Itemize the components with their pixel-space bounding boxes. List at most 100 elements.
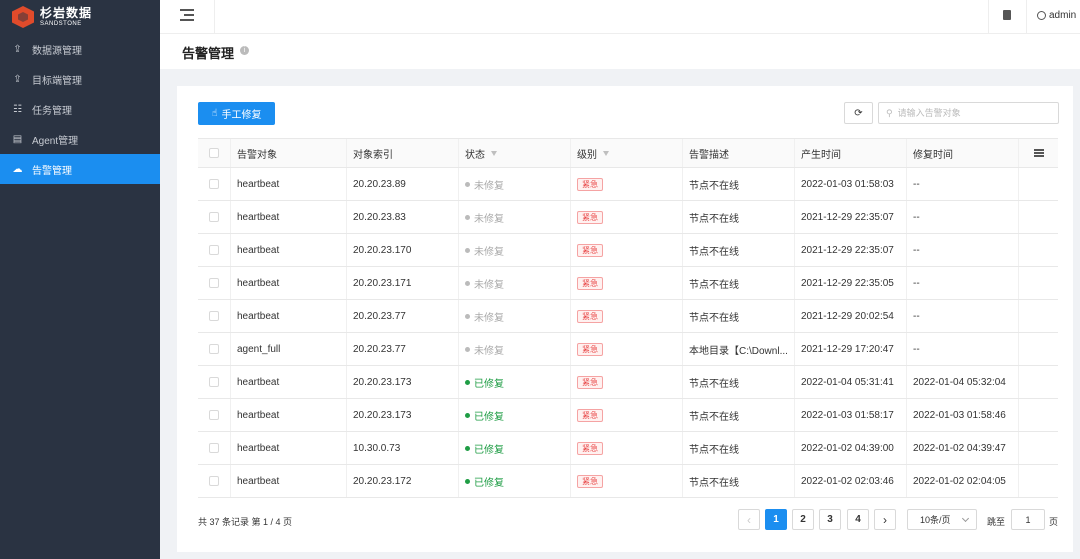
pagination-summary: 共 37 条记录 第 1 / 4 页 [198, 517, 293, 527]
row-checkbox[interactable] [209, 377, 219, 387]
logo-icon [12, 6, 34, 28]
column-header-target: 告警对象 [231, 139, 347, 167]
cell-desc: 节点不在线 [683, 432, 795, 464]
page-button-3[interactable]: 3 [819, 509, 841, 530]
brand-logo[interactable]: 杉岩数据 SANDSTONE [0, 0, 160, 34]
cell-repaired: 2022-01-03 01:58:46 [907, 399, 1019, 431]
select-all-checkbox[interactable] [209, 148, 219, 158]
cell-target: heartbeat [231, 300, 347, 332]
table-row[interactable]: heartbeat 20.20.23.173 已修复 紧急 节点不在线 2022-01-0… [198, 399, 1058, 432]
cell-repaired: -- [907, 168, 1019, 200]
table-row[interactable]: heartbeat 20.20.23.172 已修复 紧急 节点不在线 2022-01-0… [198, 465, 1058, 498]
search-box[interactable]: ⚲ [878, 102, 1059, 124]
cell-status: 已修复 [459, 366, 571, 398]
cell-repaired: 2022-01-02 04:39:47 [907, 432, 1019, 464]
search-input[interactable] [897, 108, 1048, 118]
top-header: admin [160, 0, 1080, 34]
row-checkbox[interactable] [209, 311, 219, 321]
table-row[interactable]: heartbeat 20.20.23.170 未修复 紧急 节点不在线 2021-12-2… [198, 234, 1058, 267]
row-checkbox[interactable] [209, 410, 219, 420]
page-button-1[interactable]: 1 [765, 509, 787, 530]
cell-index: 20.20.23.171 [347, 267, 459, 299]
table-body: heartbeat 20.20.23.89 未修复 紧急 节点不在线 2022-01-03… [198, 168, 1058, 498]
page-button-4[interactable]: 4 [847, 509, 869, 530]
status-dot-icon [465, 181, 470, 187]
sidebar-item-alarms[interactable]: ☁ 告警管理 [0, 154, 160, 184]
tasks-icon: ☷ [13, 103, 22, 115]
sidebar-item-target[interactable]: ⇪ 目标端管理 [0, 64, 160, 94]
table-row[interactable]: heartbeat 20.20.23.171 未修复 紧急 节点不在线 2021-12-2… [198, 267, 1058, 300]
next-page-button[interactable]: › [874, 509, 896, 530]
cell-status: 已修复 [459, 399, 571, 431]
table-row[interactable]: heartbeat 20.20.23.77 未修复 紧急 节点不在线 2021-12-29… [198, 300, 1058, 333]
alarm-icon: ☁ [12, 163, 23, 175]
cell-index: 20.20.23.77 [347, 300, 459, 332]
cell-level: 紧急 [571, 366, 683, 398]
column-header-repaired: 修复时间 [907, 139, 1019, 167]
page-header: 告警管理 i [160, 34, 1080, 69]
page-button-2[interactable]: 2 [792, 509, 814, 530]
cell-desc: 本地目录【C:\Downl... [683, 333, 795, 365]
refresh-button[interactable]: ⟳ [844, 102, 873, 124]
page-size-select[interactable]: 10条/页 [907, 509, 977, 530]
cell-level: 紧急 [571, 465, 683, 497]
jump-page-input[interactable] [1011, 509, 1045, 530]
cell-repaired: 2022-01-04 05:32:04 [907, 366, 1019, 398]
table-row[interactable]: heartbeat 20.20.23.83 未修复 紧急 节点不在线 2021-12-29… [198, 201, 1058, 234]
status-text: 已修复 [474, 477, 504, 489]
cell-index: 20.20.23.173 [347, 366, 459, 398]
status-text: 未修复 [474, 213, 504, 225]
menu-collapse-icon[interactable] [180, 9, 194, 21]
level-badge: 紧急 [577, 210, 603, 224]
cell-status: 未修复 [459, 168, 571, 200]
cell-level: 紧急 [571, 168, 683, 200]
cell-created: 2022-01-03 01:58:17 [795, 399, 907, 431]
table-row[interactable]: heartbeat 20.20.23.89 未修复 紧急 节点不在线 2022-01-03… [198, 168, 1058, 201]
cell-created: 2021-12-29 20:02:54 [795, 300, 907, 332]
table-row[interactable]: heartbeat 20.20.23.173 已修复 紧急 节点不在线 2022-01-0… [198, 366, 1058, 399]
manual-repair-button[interactable]: ☝ 手工修复 [198, 102, 275, 125]
row-checkbox[interactable] [209, 278, 219, 288]
level-badge: 紧急 [577, 375, 603, 389]
chevron-right-icon: › [883, 512, 887, 527]
cell-index: 20.20.23.173 [347, 399, 459, 431]
cell-index: 10.30.0.73 [347, 432, 459, 464]
document-icon[interactable] [1003, 10, 1011, 20]
sidebar-item-tasks[interactable]: ☷ 任务管理 [0, 94, 160, 124]
info-icon[interactable]: i [240, 46, 249, 55]
row-checkbox[interactable] [209, 212, 219, 222]
row-checkbox[interactable] [209, 245, 219, 255]
sidebar-item-datasource[interactable]: ⇪ 数据源管理 [0, 34, 160, 64]
cell-created: 2022-01-02 02:03:46 [795, 465, 907, 497]
agent-icon: ▤ [12, 133, 23, 145]
user-menu[interactable]: admin [1037, 10, 1076, 21]
column-settings-icon[interactable] [1033, 149, 1044, 157]
cell-repaired: -- [907, 234, 1019, 266]
username: admin [1049, 10, 1077, 21]
column-header-desc: 告警描述 [683, 139, 795, 167]
sidebar-menu: ⇪ 数据源管理 ⇪ 目标端管理 ☷ 任务管理 ▤ Agent管理 ☁ 告警管理 [0, 34, 160, 184]
cell-status: 已修复 [459, 465, 571, 497]
level-badge: 紧急 [577, 276, 603, 290]
status-dot-icon [465, 379, 470, 385]
row-checkbox[interactable] [209, 179, 219, 189]
prev-page-button[interactable]: ‹ [738, 509, 760, 530]
header-divider [214, 0, 215, 34]
table-row[interactable]: heartbeat 10.30.0.73 已修复 紧急 节点不在线 2022-01-02 … [198, 432, 1058, 465]
cell-created: 2021-12-29 22:35:07 [795, 201, 907, 233]
status-text: 未修复 [474, 345, 504, 357]
cell-created: 2022-01-04 05:31:41 [795, 366, 907, 398]
row-checkbox[interactable] [209, 344, 219, 354]
cell-repaired: 2022-01-02 02:04:05 [907, 465, 1019, 497]
cell-repaired: -- [907, 333, 1019, 365]
table-row[interactable]: agent_full 20.20.23.77 未修复 紧急 本地目录【C:\Downl.… [198, 333, 1058, 366]
filter-icon[interactable] [491, 150, 497, 156]
cell-created: 2022-01-02 04:39:00 [795, 432, 907, 464]
row-checkbox[interactable] [209, 476, 219, 486]
sidebar-item-agent[interactable]: ▤ Agent管理 [0, 124, 160, 154]
cell-status: 未修复 [459, 333, 571, 365]
filter-icon[interactable] [603, 150, 609, 156]
cell-status: 未修复 [459, 267, 571, 299]
search-icon: ⚲ [886, 107, 893, 118]
row-checkbox[interactable] [209, 443, 219, 453]
